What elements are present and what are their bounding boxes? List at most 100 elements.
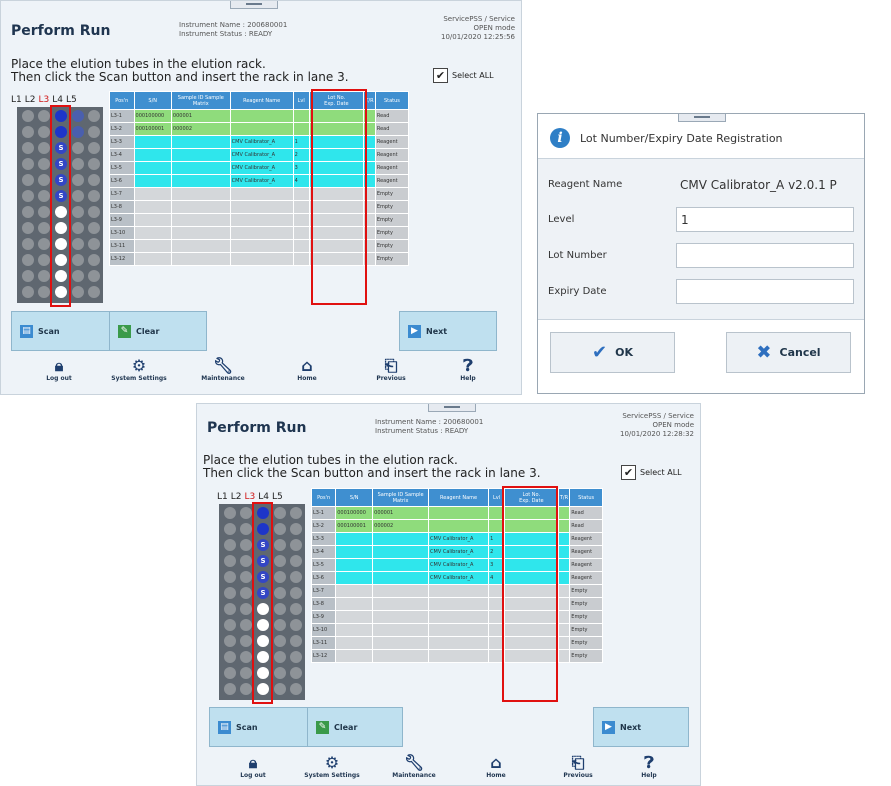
rack-lane-1 [222, 507, 238, 699]
next-button[interactable]: ▶ Next [593, 707, 689, 747]
previous-label: Previous [563, 772, 593, 779]
cell-tr [557, 636, 571, 650]
cell-status: Read [374, 122, 410, 136]
system-settings-button[interactable]: ⚙ System Settings [97, 356, 181, 383]
select-all-checkbox[interactable]: ✔ Select ALL [621, 465, 682, 480]
table-row[interactable]: L3-11 Empty [310, 636, 603, 650]
clear-button[interactable]: ✎ Clear [109, 311, 207, 351]
col-header-position: Pos'n [109, 91, 135, 110]
checkmark-icon: ✔ [433, 68, 448, 83]
scan-button[interactable]: ▤ Scan [11, 311, 111, 351]
previous-button[interactable]: ⎗ Previous [537, 754, 619, 780]
pull-tab-handle[interactable] [230, 1, 278, 9]
rack-lane-5 [86, 110, 102, 302]
cell-status: Reagent [374, 174, 410, 188]
cell-level: 3 [292, 161, 310, 175]
pull-tab-handle[interactable] [678, 114, 726, 122]
maintenance-button[interactable]: 🔧︎ Maintenance [181, 357, 265, 383]
table-row[interactable]: L3-6 CMV Calibrator_A 4 Reagent [310, 571, 603, 585]
lot-number-field[interactable] [676, 243, 854, 268]
cell-reagent [428, 597, 490, 611]
logout-button[interactable]: 🔒︎ Log out [21, 357, 97, 383]
mode-label: OPEN mode [473, 24, 515, 32]
next-label: Next [426, 326, 448, 336]
col-header-status: Status [569, 488, 603, 507]
ok-button[interactable]: ✔ OK [550, 332, 675, 373]
select-all-label: Select ALL [452, 71, 494, 80]
table-row[interactable]: L3-8 Empty [310, 597, 603, 611]
logout-label: Log out [240, 772, 266, 779]
cell-level [292, 252, 310, 266]
clear-button[interactable]: ✎ Clear [307, 707, 403, 747]
table-row[interactable]: L3-5 CMV Calibrator_A 3 Reagent [310, 558, 603, 572]
run-table: Pos'n S/N Sample ID Sample Matrix Reagen… [310, 488, 603, 663]
lane-label: L2 [24, 95, 36, 105]
clear-label: Clear [334, 722, 358, 732]
check-icon: ✔ [592, 342, 608, 363]
home-icon: ⌂ [301, 356, 313, 375]
gear-icon: ⚙ [324, 753, 340, 772]
col-header-sample: Sample ID Sample Matrix [372, 488, 430, 507]
cell-sample [372, 636, 430, 650]
pull-tab-handle[interactable] [428, 404, 476, 412]
cancel-button[interactable]: ✖ Cancel [726, 332, 851, 373]
cell-status: Reagent [374, 135, 410, 149]
cell-level [292, 200, 310, 214]
cell-tr [557, 519, 571, 533]
cell-sn: 000100000 [133, 109, 172, 123]
help-button[interactable]: ❓︎ Help [619, 754, 679, 780]
scan-button[interactable]: ▤ Scan [209, 707, 309, 747]
reagent-name-value: CMV Calibrator_A v2.0.1 P [680, 177, 837, 192]
next-button[interactable]: ▶ Next [399, 311, 497, 351]
cell-sn [335, 597, 374, 611]
lane-label: L5 [66, 95, 77, 105]
cell-status: Reagent [569, 558, 603, 572]
table-row[interactable]: L3-10 Empty [310, 623, 603, 637]
table-row[interactable]: L3-9 Empty [310, 610, 603, 624]
cell-status: Reagent [569, 545, 603, 559]
cell-level: 4 [292, 174, 310, 188]
cell-sample [170, 239, 231, 253]
lane-3-highlight [252, 502, 273, 704]
table-row[interactable]: L3-2 000100001 000002 Read [310, 519, 603, 533]
table-row[interactable]: L3-4 CMV Calibrator_A 2 Reagent [310, 545, 603, 559]
rack-lane-1 [20, 110, 36, 302]
cell-tr [557, 584, 571, 598]
arrow-right-icon: ▶ [408, 324, 421, 338]
table-row[interactable]: L3-1 000100000 000001 Read [310, 506, 603, 520]
table-row[interactable]: L3-3 CMV Calibrator_A 1 Reagent [310, 532, 603, 546]
lane-labels: L1 L2 L3 L4 L5 [217, 492, 283, 502]
cell-tr [557, 532, 571, 546]
home-button[interactable]: ⌂ Home [265, 356, 349, 383]
help-button[interactable]: ❓︎ Help [433, 357, 503, 383]
cell-reagent: CMV Calibrator_A [428, 558, 490, 572]
cell-sample [170, 148, 231, 162]
previous-button[interactable]: ⎗ Previous [349, 357, 433, 383]
table-row[interactable]: L3-7 Empty [310, 584, 603, 598]
cell-tr [557, 623, 571, 637]
logout-button[interactable]: 🔒︎ Log out [215, 754, 291, 780]
lane-label-active: L3 [38, 95, 50, 105]
cell-sample [372, 545, 430, 559]
system-settings-button[interactable]: ⚙ System Settings [291, 753, 373, 780]
cell-sample [372, 558, 430, 572]
col-header-reagent: Reagent Name [229, 91, 294, 110]
expiry-date-field[interactable] [676, 279, 854, 304]
home-button[interactable]: ⌂ Home [455, 754, 537, 780]
dialog-title: Lot Number/Expiry Date Registration [580, 131, 783, 145]
select-all-checkbox[interactable]: ✔ Select ALL [433, 68, 494, 83]
cell-status: Empty [374, 226, 410, 240]
cell-sn [335, 571, 374, 585]
logout-label: Log out [46, 375, 72, 382]
lane-label: L1 [11, 95, 22, 105]
maintenance-button[interactable]: 🔧︎ Maintenance [373, 754, 455, 780]
close-icon: ✖ [756, 342, 772, 363]
cell-position: L3-10 [310, 623, 337, 637]
cell-status: Read [374, 109, 410, 123]
table-row[interactable]: L3-12 Empty [310, 649, 603, 663]
cell-position: L3-6 [310, 571, 337, 585]
rack-lane-5 [288, 507, 304, 699]
gear-icon: ⚙ [131, 356, 147, 375]
level-field[interactable]: 1 [676, 207, 854, 232]
lot-column-highlight [311, 89, 367, 305]
